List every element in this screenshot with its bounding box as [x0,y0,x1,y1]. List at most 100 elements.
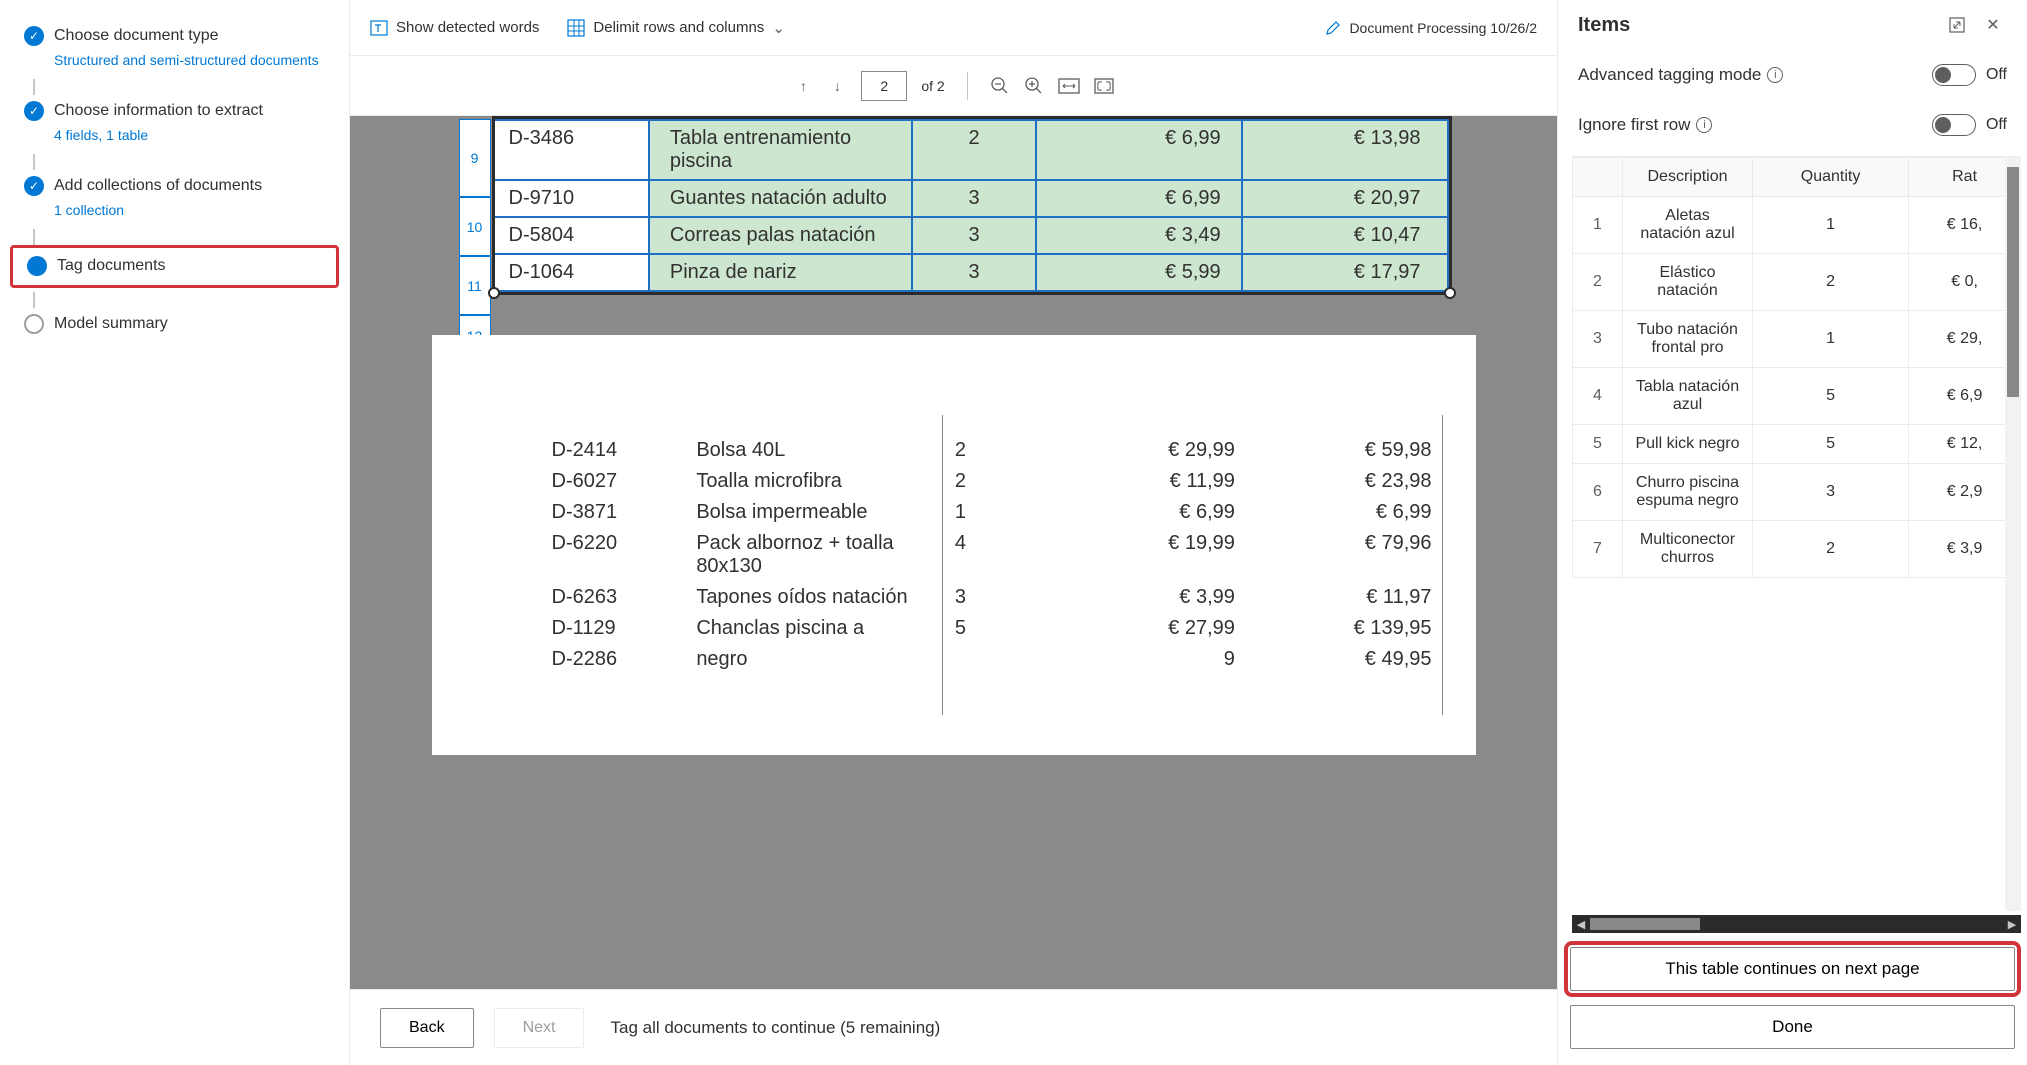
expand-icon[interactable] [1943,11,1971,39]
desc-cell[interactable]: Tubo natación frontal pro [1623,311,1753,368]
page-down-button[interactable]: ↓ [827,76,847,96]
rate-cell[interactable]: € 12, [1909,425,2021,464]
amount-cell: € 20,97 [1242,180,1448,217]
rate-cell[interactable]: € 2,9 [1909,464,2021,521]
col-header-empty [1573,158,1623,197]
row-number[interactable]: 9 [459,119,491,197]
show-detected-words-button[interactable]: Show detected words [370,19,539,37]
step-choose-info[interactable]: ✓ Choose information to extract 4 fields… [10,95,339,150]
desc-cell[interactable]: Elástico natación [1623,254,1753,311]
items-table: DescriptionQuantityRat1Aletas natación a… [1572,157,2021,578]
back-button[interactable]: Back [380,1008,474,1048]
table-row: D-6263Tapones oídos natación3€ 3,99€ 11,… [542,582,1442,613]
qty-cell[interactable]: 3 [1753,464,1909,521]
qty-cell: 3 [945,582,1048,613]
info-icon[interactable]: i [1767,67,1783,83]
horizontal-scrollbar[interactable]: ◀ ▶ [1572,915,2021,933]
rate-cell[interactable]: € 0, [1909,254,2021,311]
fit-page-button[interactable] [1094,78,1114,94]
sku-cell: D-6220 [542,528,687,582]
fit-width-button[interactable] [1058,78,1080,94]
wizard-sidebar: ✓ Choose document type Structured and se… [0,0,350,1065]
rate-cell[interactable]: € 6,9 [1909,368,2021,425]
step-title: Add collections of documents [54,176,329,197]
row-number[interactable]: 11 [459,256,491,315]
desc-cell[interactable]: Pull kick negro [1623,425,1753,464]
divider [967,72,968,100]
step-choose-document-type[interactable]: ✓ Choose document type Structured and se… [10,20,339,75]
rate-cell: € 6,99 [1036,120,1242,180]
qty-cell[interactable]: 1 [1753,197,1909,254]
panel-buttons: This table continues on next page Done [1558,937,2027,1065]
table-row[interactable]: 5Pull kick negro5€ 12, [1573,425,2021,464]
resize-handle[interactable] [1444,287,1456,299]
amount-cell: € 59,98 [1245,435,1442,466]
info-icon[interactable]: i [1696,117,1712,133]
row-number[interactable]: 10 [459,197,491,256]
document-canvas[interactable]: 9101112 D-3486Tabla entrenamiento piscin… [350,116,1557,989]
page-up-button[interactable]: ↑ [793,76,813,96]
rate-cell[interactable]: € 16, [1909,197,2021,254]
table-row[interactable]: 7Multiconector churros2€ 3,9 [1573,521,2021,578]
table-row[interactable]: 1Aletas natación azul1€ 16, [1573,197,2021,254]
bottom-bar: Back Next Tag all documents to continue … [350,989,1557,1065]
vertical-scrollbar[interactable] [2005,157,2021,911]
rate-cell: € 6,99 [1048,497,1245,528]
qty-cell[interactable]: 1 [1753,311,1909,368]
qty-cell[interactable]: 5 [1753,425,1909,464]
table-row: D-3486Tabla entrenamiento piscina2€ 6,99… [495,120,1448,180]
desc-cell[interactable]: Aletas natación azul [1623,197,1753,254]
document-title[interactable]: Document Processing 10/26/2 [1325,20,1537,36]
qty-cell: 4 [945,528,1048,582]
scrollbar-thumb[interactable] [2007,167,2019,397]
table-row[interactable]: 3Tubo natación frontal pro1€ 29, [1573,311,2021,368]
step-title: Choose information to extract [54,101,329,122]
row-number: 6 [1573,464,1623,521]
table-continues-button[interactable]: This table continues on next page [1570,947,2015,991]
tagged-table-region[interactable]: 9101112 D-3486Tabla entrenamiento piscin… [492,116,1452,295]
table-row[interactable]: 4Tabla natación azul5€ 6,9 [1573,368,2021,425]
items-table-scroll[interactable]: DescriptionQuantityRat1Aletas natación a… [1572,156,2021,911]
table-row: D-9710Guantes natación adulto3€ 6,99€ 20… [495,180,1448,217]
table-row[interactable]: 6Churro piscina espuma negro3€ 2,9 [1573,464,2021,521]
toolbar-label: Show detected words [396,19,539,36]
table-row[interactable]: 2Elástico natación2€ 0, [1573,254,2021,311]
scroll-right-arrow[interactable]: ▶ [2003,915,2021,933]
rate-cell[interactable]: € 29, [1909,311,2021,368]
desc-cell: Bolsa 40L [686,435,945,466]
qty-cell[interactable]: 2 [1753,521,1909,578]
close-icon[interactable]: ✕ [1979,11,2007,39]
zoom-out-button[interactable] [990,76,1010,96]
rate-cell[interactable]: € 3,9 [1909,521,2021,578]
qty-cell[interactable]: 5 [1753,368,1909,425]
page-number-input[interactable]: 2 [861,71,907,101]
rate-cell: 9 [1048,644,1245,675]
qty-cell[interactable]: 2 [1753,254,1909,311]
col-header-quantity[interactable]: Quantity [1753,158,1909,197]
zoom-in-button[interactable] [1024,76,1044,96]
ignore-first-row-toggle[interactable] [1932,114,1976,136]
tagged-data-grid: D-3486Tabla entrenamiento piscina2€ 6,99… [495,119,1449,292]
untagged-data: D-2414Bolsa 40L2€ 29,99€ 59,98D-6027Toal… [542,435,1442,675]
rate-cell: € 29,99 [1048,435,1245,466]
step-add-collections[interactable]: ✓ Add collections of documents 1 collect… [10,170,339,225]
done-button[interactable]: Done [1570,1005,2015,1049]
step-model-summary[interactable]: Model summary [10,308,339,341]
resize-handle[interactable] [488,287,500,299]
delimit-rows-columns-button[interactable]: Delimit rows and columns ⌄ [567,19,784,37]
step-title: Tag documents [57,256,326,277]
scrollbar-thumb[interactable] [1590,918,1700,930]
desc-cell[interactable]: Tabla natación azul [1623,368,1753,425]
desc-cell[interactable]: Churro piscina espuma negro [1623,464,1753,521]
untagged-page[interactable]: D-2414Bolsa 40L2€ 29,99€ 59,98D-6027Toal… [432,335,1476,755]
step-tag-documents[interactable]: Tag documents [10,245,339,288]
qty-cell: 2 [912,120,1035,180]
advanced-tagging-toggle[interactable] [1932,64,1976,86]
col-header-description[interactable]: Description [1623,158,1753,197]
qty-cell: 3 [912,217,1035,254]
scroll-left-arrow[interactable]: ◀ [1572,915,1590,933]
desc-cell[interactable]: Multiconector churros [1623,521,1753,578]
col-header-rate[interactable]: Rat [1909,158,2021,197]
row-number-gutter: 9101112 [459,119,491,357]
sku-cell: D-2414 [542,435,687,466]
